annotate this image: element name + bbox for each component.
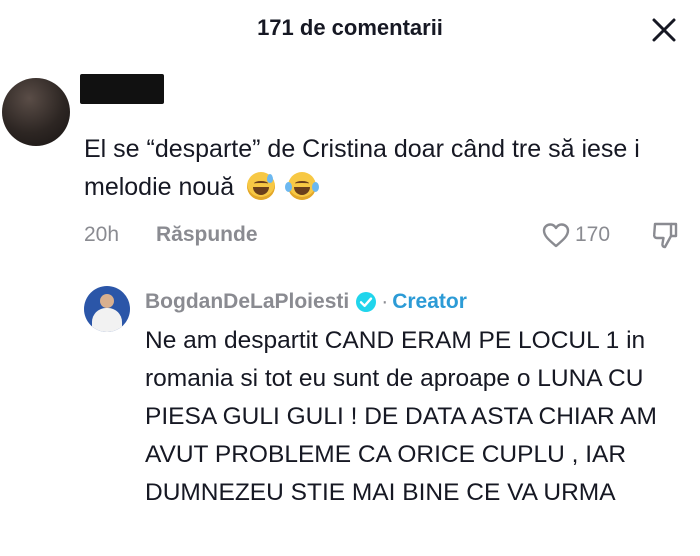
comments-count-title: 171 de comentarii	[257, 15, 443, 40]
comment-meta: 20h Răspunde 170	[84, 220, 684, 250]
separator-dot: ·	[381, 290, 389, 313]
close-button[interactable]	[646, 12, 682, 48]
reply-button[interactable]: Răspunde	[156, 223, 258, 247]
comment-body: El se “desparte” de Cristina doar când t…	[84, 130, 684, 206]
comments-header: 171 de comentarii	[0, 0, 700, 60]
grinning-sweat-emoji-icon	[247, 172, 276, 200]
close-icon	[652, 18, 676, 42]
dislike-button[interactable]	[650, 220, 680, 250]
comment-timestamp: 20h	[84, 223, 120, 246]
reply-author-row: BogdanDeLaPloiesti · Creator	[145, 288, 467, 316]
creator-avatar[interactable]	[84, 286, 130, 332]
redacted-username	[80, 74, 164, 104]
creator-badge: Creator	[392, 290, 467, 313]
comment-text: El se “desparte” de Cristina doar când t…	[84, 135, 640, 201]
like-count: 170	[575, 223, 611, 246]
verified-badge-icon	[355, 291, 377, 313]
avatar[interactable]	[2, 78, 70, 146]
like-button[interactable]: 170	[541, 220, 610, 250]
heart-icon	[542, 223, 570, 248]
creator-reply-item: BogdanDeLaPloiesti · Creator Ne am despa…	[0, 282, 700, 556]
comment-item: El se “desparte” de Cristina doar când t…	[0, 70, 700, 260]
thumbs-down-icon	[652, 222, 678, 249]
tears-of-joy-emoji-icon	[285, 172, 320, 200]
reply-author-name[interactable]: BogdanDeLaPloiesti	[145, 290, 349, 314]
reply-text: Ne am despartit CAND ERAM PE LOCUL 1 in …	[145, 327, 657, 506]
